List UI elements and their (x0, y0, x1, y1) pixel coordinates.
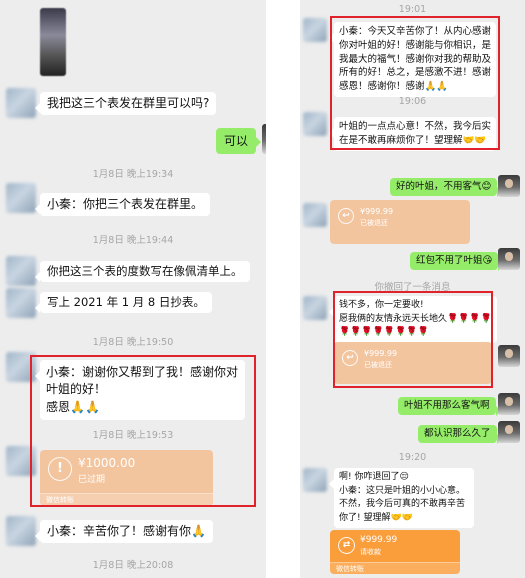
transfer-footer: 微信转账 (330, 562, 460, 574)
self-avatar[interactable] (262, 124, 266, 154)
highlight-box (333, 291, 493, 388)
message-bubble-self: 可以 (216, 128, 261, 154)
message-bubble-self: 叶姐不用那么客气啊 (398, 397, 501, 416)
timestamp: 1月8日 晚上19:34 (92, 169, 174, 180)
message-bubble: 你把这三个表的度数写在像佩清单上。 (35, 261, 250, 282)
contact-avatar[interactable] (303, 203, 327, 227)
self-avatar[interactable] (498, 345, 520, 367)
self-avatar[interactable] (498, 393, 520, 415)
transfer-status: 请收款 (360, 548, 381, 556)
message-bubble: 写上 2021 年 1 月 8 日抄表。 (35, 292, 212, 313)
returned-icon: ↩ (338, 208, 354, 224)
timestamp: 1月8日 晚上20:08 (92, 560, 174, 571)
contact-avatar[interactable] (6, 288, 36, 318)
self-avatar[interactable] (498, 248, 520, 270)
transfer-amount: ¥999.99 (360, 207, 394, 216)
contact-avatar[interactable] (6, 256, 36, 286)
contact-avatar[interactable] (6, 183, 36, 213)
message-bubble-self: 红包不用了叶姐😘 (410, 252, 504, 271)
message-bubble-self: 都认识那么久了 (418, 425, 502, 444)
contact-avatar[interactable] (303, 296, 327, 320)
transfer-card[interactable]: ⇄ ¥999.99 请收款 微信转账 (330, 530, 460, 574)
contact-avatar[interactable] (303, 18, 327, 42)
message-bubble: 小秦：辛苦你了！感谢有你🙏 (35, 520, 213, 544)
timestamp: 19:01 (398, 4, 427, 15)
highlight-box (30, 355, 256, 507)
message-bubble: 啊! 你咋退回了😔 小秦：这只是叶姐的小小心意。不然，我今后可真的不敢再辛苦你了… (329, 468, 474, 528)
timestamp: 19:20 (398, 452, 427, 463)
contact-avatar[interactable] (303, 112, 327, 136)
highlight-box (330, 16, 500, 150)
transfer-card[interactable]: ↩ ¥999.99 已被退还 (330, 200, 470, 244)
self-avatar[interactable] (498, 421, 520, 443)
contact-avatar[interactable] (303, 468, 327, 492)
self-avatar[interactable] (498, 175, 520, 197)
timestamp: 1月8日 晚上19:50 (92, 337, 174, 348)
chat-screenshot-right: 19:01 小秦：今天又辛苦你了！从内心感谢你对叶姐的好！感谢能与你相识，是我最… (300, 0, 525, 578)
contact-avatar[interactable] (6, 516, 36, 546)
contact-avatar[interactable] (6, 88, 36, 118)
transfer-icon: ⇄ (338, 537, 355, 554)
transfer-amount: ¥999.99 (360, 535, 398, 545)
message-bubble-self: 好的叶姐，不用客气😊 (390, 178, 503, 197)
message-bubble: 我把这三个表发在群里可以吗? (34, 92, 217, 116)
message-bubble: 小秦：你把三个表发在群里。 (34, 193, 211, 217)
photo-thumbnail (40, 8, 66, 76)
transfer-status: 已被退还 (360, 219, 388, 227)
chat-screenshot-left: 我把这三个表发在群里可以吗? 可以 1月8日 晚上19:34 小秦：你把三个表发… (0, 0, 266, 578)
timestamp: 1月8日 晚上19:44 (92, 235, 174, 246)
